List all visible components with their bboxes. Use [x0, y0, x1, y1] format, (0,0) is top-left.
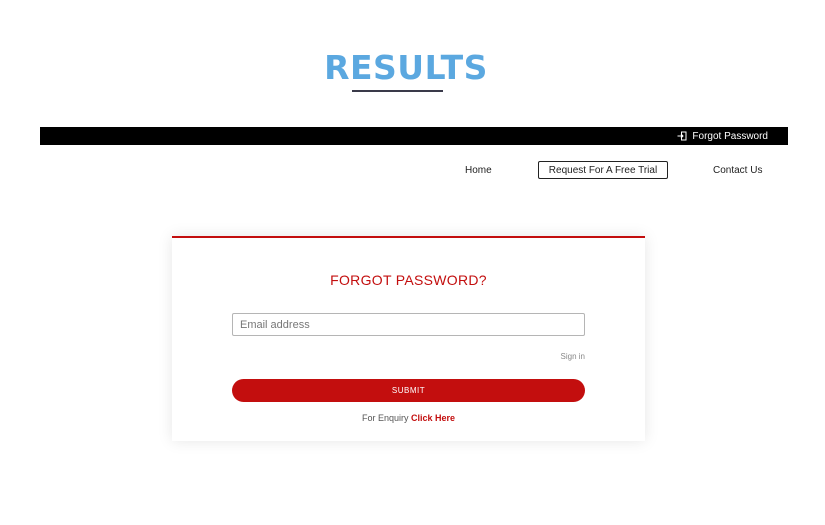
submit-button[interactable]: SUBMIT	[232, 379, 585, 402]
main-nav: Home Request For A Free Trial Contact Us	[0, 161, 825, 179]
enquiry-click-here-link[interactable]: Click Here	[411, 413, 455, 423]
enquiry-line: For Enquiry Click Here	[172, 413, 645, 423]
page: RESULTS Forgot Password Home Request For…	[0, 0, 825, 525]
results-title: RESULTS	[324, 48, 488, 87]
form-title: FORGOT PASSWORD?	[330, 272, 487, 288]
top-bar: Forgot Password	[40, 127, 788, 145]
email-field[interactable]	[232, 313, 585, 336]
sign-in-icon	[677, 131, 687, 141]
nav-contact-us[interactable]: Contact Us	[713, 161, 762, 179]
enquiry-text: For Enquiry	[361, 413, 409, 423]
nav-free-trial-button[interactable]: Request For A Free Trial	[538, 161, 668, 179]
forgot-password-top-label: Forgot Password	[692, 130, 768, 142]
sign-in-link[interactable]: Sign in	[561, 352, 585, 361]
title-underline	[352, 90, 443, 92]
forgot-password-card: FORGOT PASSWORD? Sign in SUBMIT For Enqu…	[172, 236, 645, 441]
nav-home[interactable]: Home	[465, 161, 492, 179]
forgot-password-top-link[interactable]: Forgot Password	[677, 127, 768, 145]
